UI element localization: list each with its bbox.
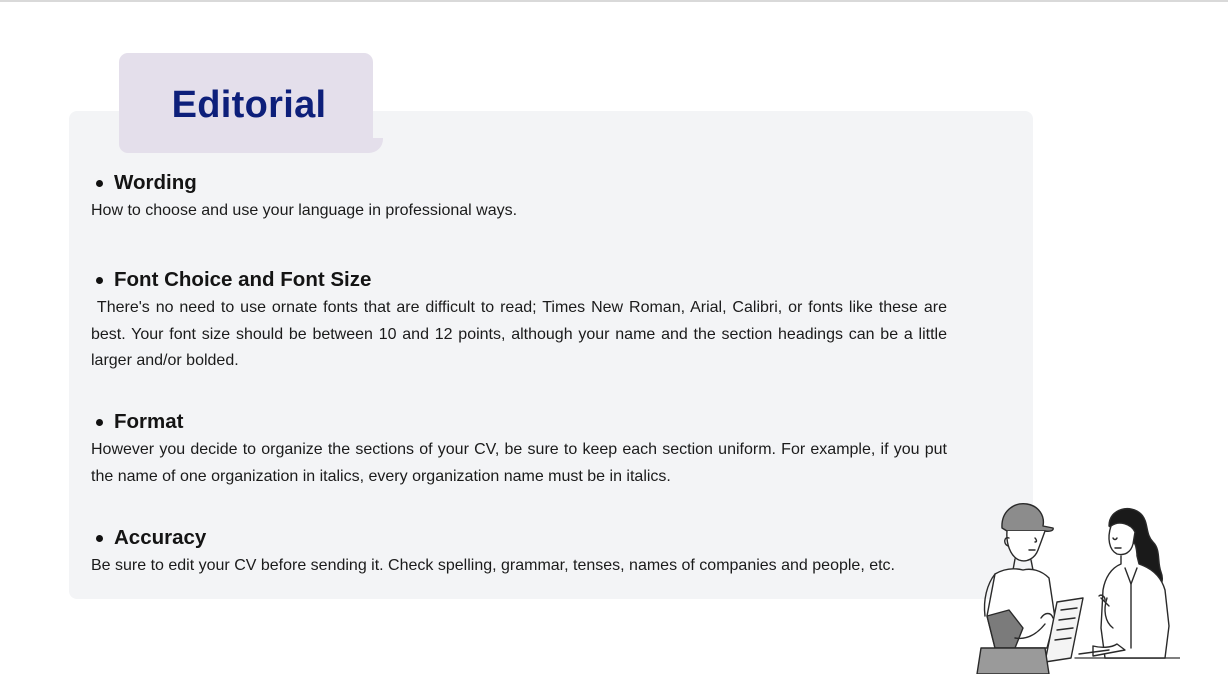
two-people-discussing-illustration (976, 503, 1180, 674)
section-body: How to choose and use your language in p… (91, 202, 518, 219)
section-body: There's no need to use ornate fonts that… (91, 299, 947, 369)
bullet-icon (96, 179, 103, 187)
bullet-icon (96, 276, 103, 284)
page-title: Editorial (171, 83, 327, 126)
section-heading: Format (91, 409, 947, 435)
bullet-icon (96, 534, 103, 542)
section-heading-text: Wording (114, 171, 197, 194)
bullet-icon (96, 418, 103, 426)
section-accuracy: Accuracy Be sure to edit your CV before … (91, 525, 947, 580)
section-wording: Wording How to choose and use your langu… (91, 170, 947, 225)
title-tab: Editorial (119, 53, 373, 153)
section-heading-text: Format (114, 410, 184, 433)
section-heading: Font Choice and Font Size (91, 267, 947, 293)
section-heading: Wording (91, 170, 947, 196)
section-format: Format However you decide to organize th… (91, 409, 947, 490)
section-body: However you decide to organize the secti… (91, 441, 947, 485)
section-heading-text: Accuracy (114, 526, 207, 549)
section-heading-text: Font Choice and Font Size (114, 268, 372, 291)
section-font-choice: Font Choice and Font Size There's no nee… (91, 267, 947, 375)
top-divider (0, 0, 1228, 2)
section-body: Be sure to edit your CV before sending i… (91, 557, 895, 574)
section-heading: Accuracy (91, 525, 947, 551)
